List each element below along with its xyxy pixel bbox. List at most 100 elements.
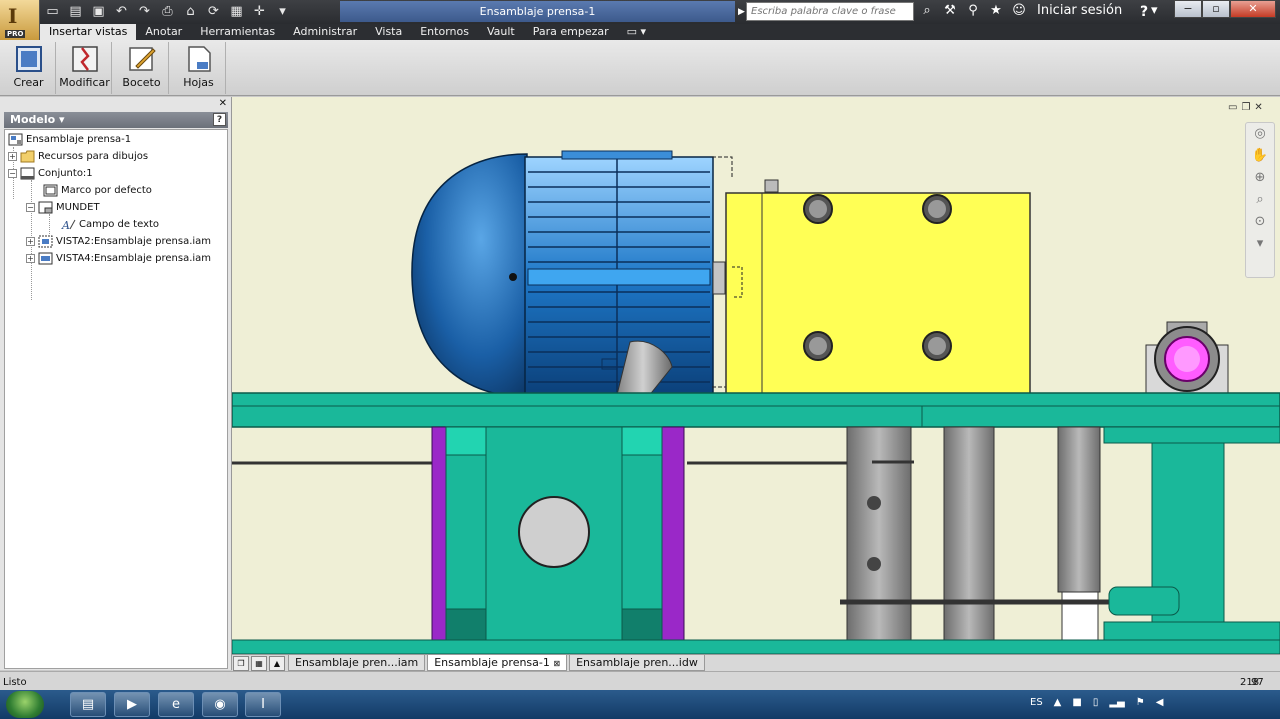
taskbar-explorer-icon[interactable]: ▤ [70, 692, 106, 717]
undo-icon[interactable]: ↶ [113, 3, 130, 20]
customize-icon[interactable]: ▾ [274, 3, 291, 20]
home-icon[interactable]: ⌂ [182, 3, 199, 20]
yellow-housing[interactable] [725, 179, 1031, 401]
tree-node-view4[interactable]: + VISTA4:Ensamblaje prensa.iam [26, 250, 211, 266]
drawing-canvas[interactable] [232, 97, 1280, 654]
wrench-icon[interactable]: ⚒ [941, 3, 959, 18]
create-button-label: Crear [13, 76, 44, 89]
tab-vista[interactable]: Vista [366, 24, 411, 40]
new-icon[interactable]: ▭ [44, 3, 61, 20]
create-view-icon [15, 46, 42, 72]
folder-icon [20, 150, 35, 162]
network-signal-icon[interactable]: ▂▄ [1109, 697, 1124, 708]
tab-anotar[interactable]: Anotar [136, 24, 191, 40]
doc-tab-idw[interactable]: Ensamblaje pren...idw [569, 655, 705, 671]
motor[interactable] [411, 150, 733, 398]
svg-text:A: A [61, 219, 70, 231]
tab-entornos[interactable]: Entornos [411, 24, 478, 40]
canvas-minimize-icon[interactable]: ▭ [1228, 102, 1237, 113]
application-menu-button[interactable]: I PRO [0, 0, 40, 40]
satellite-icon[interactable]: ⚲ [964, 3, 982, 18]
quick-access-toolbar: ▭ ▤ ▣ ↶ ↷ ⎙ ⌂ ⟳ ▦ ✛ ▾ [44, 3, 291, 20]
start-button[interactable] [6, 691, 44, 718]
main-beam[interactable] [232, 392, 1280, 428]
tab-list-icon[interactable]: ▲ [269, 656, 285, 671]
doc-tab-close-icon[interactable]: ⊠ [553, 659, 560, 668]
tree-node-title-block[interactable]: − MUNDET [26, 199, 100, 215]
tree-node-frame[interactable]: Marco por defecto [43, 182, 152, 198]
bottom-rail [232, 639, 1280, 654]
hydraulic-cylinder[interactable] [1103, 426, 1280, 641]
tab-herramientas[interactable]: Herramientas [191, 24, 284, 40]
tree-node-drawing[interactable]: Ensamblaje prensa-1 [8, 131, 131, 147]
tree-node-resources[interactable]: + Recursos para dibujos [8, 148, 148, 164]
browser-close-icon[interactable]: ✕ [219, 98, 227, 109]
ribbon-tabs: Insertar vistas Anotar Herramientas Admi… [40, 24, 1280, 40]
sketch-button[interactable]: Boceto [115, 42, 169, 94]
sign-in-link[interactable]: Iniciar sesión [1037, 3, 1122, 18]
navbar-options-icon[interactable]: ▾ [1246, 233, 1274, 255]
tray-expand-icon[interactable]: ▲ [1054, 697, 1062, 708]
tree-expand-icon[interactable]: + [8, 151, 17, 161]
cascade-icon[interactable]: ❐ [233, 656, 249, 671]
update-icon[interactable]: ⟳ [205, 3, 222, 20]
tab-vault[interactable]: Vault [478, 24, 524, 40]
canvas-restore-icon[interactable]: ❐ [1241, 102, 1250, 113]
doc-tab-drawing-active[interactable]: Ensamblaje prensa-1 ⊠ [427, 655, 568, 671]
browser-header[interactable]: Modelo ▾ ? [4, 112, 228, 128]
tab-administrar[interactable]: Administrar [284, 24, 366, 40]
minimize-button[interactable]: − [1174, 0, 1202, 18]
tray-app-icon[interactable]: ■ [1072, 697, 1081, 708]
zoom-icon[interactable]: ⊕ [1246, 167, 1274, 189]
pan-icon[interactable]: ✋ [1246, 145, 1274, 167]
create-button[interactable]: Crear [2, 42, 56, 94]
language-indicator[interactable]: ES [1030, 697, 1043, 708]
taskbar-inventor-icon[interactable]: I [245, 692, 281, 717]
tree-node-text-field[interactable]: A Campo de texto [61, 216, 159, 232]
close-button[interactable]: ✕ [1230, 0, 1276, 18]
tray-flag-icon[interactable]: ⚑ [1136, 697, 1145, 708]
tile-icon[interactable]: ▦ [251, 656, 267, 671]
model-browser: ✕ Modelo ▾ ? Ensamblaje prensa-1 + Recur… [0, 97, 232, 670]
tab-insertar-vistas[interactable]: Insertar vistas [40, 24, 137, 40]
ribbon-display-options-icon[interactable]: ▭ ▾ [618, 24, 655, 40]
open-icon[interactable]: ▤ [67, 3, 84, 20]
redo-icon[interactable]: ↷ [136, 3, 153, 20]
valve[interactable] [1145, 321, 1229, 401]
tab-para-empezar[interactable]: Para empezar [524, 24, 618, 40]
canvas-close-icon[interactable]: ✕ [1254, 102, 1262, 113]
tree-expand-icon[interactable]: + [26, 253, 35, 263]
assembly-drawing [232, 150, 1280, 654]
save-icon[interactable]: ▣ [90, 3, 107, 20]
zoom-all-icon[interactable]: ⊙ [1246, 211, 1274, 233]
tree-collapse-icon[interactable]: − [8, 168, 17, 178]
full-navigation-wheel-icon[interactable]: ◎ [1246, 123, 1274, 145]
print-icon[interactable]: ⎙ [159, 3, 176, 20]
search-input[interactable] [746, 2, 914, 21]
taskbar-firefox-icon[interactable]: ◉ [202, 692, 238, 717]
tree-expand-icon[interactable]: + [26, 236, 35, 246]
select-icon[interactable]: ▦ [228, 3, 245, 20]
tray-device-icon[interactable]: ▯ [1093, 697, 1099, 708]
tree-node-sheet[interactable]: − Conjunto:1 [8, 165, 93, 181]
measure-icon[interactable]: ✛ [251, 3, 268, 20]
sketch-button-label: Boceto [122, 76, 161, 89]
volume-icon[interactable]: ◀ [1156, 697, 1164, 708]
zoom-window-icon[interactable]: ⌕ [1246, 189, 1274, 211]
taskbar-media-player-icon[interactable]: ▶ [114, 692, 150, 717]
search-expand-icon[interactable]: ▶ [738, 7, 746, 17]
binoculars-icon[interactable]: ⌕ [918, 3, 936, 18]
maximize-button[interactable]: ▫ [1202, 0, 1230, 18]
taskbar-ie-icon[interactable]: e [158, 692, 194, 717]
view-icon [38, 235, 53, 247]
browser-help-icon[interactable]: ? [213, 113, 226, 126]
sheets-button[interactable]: Hojas [172, 42, 226, 94]
tree-collapse-icon[interactable]: − [26, 202, 35, 212]
help-button[interactable]: ? [1128, 2, 1160, 22]
left-support[interactable] [431, 426, 685, 641]
modify-button[interactable]: Modificar [58, 42, 112, 94]
star-icon[interactable]: ★ [987, 3, 1005, 18]
document-tabs: ❐ ▦ ▲ Ensamblaje pren...iam Ensamblaje p… [232, 654, 1280, 671]
doc-tab-assembly[interactable]: Ensamblaje pren...iam [288, 655, 426, 671]
tree-node-view2[interactable]: + VISTA2:Ensamblaje prensa.iam [26, 233, 211, 249]
